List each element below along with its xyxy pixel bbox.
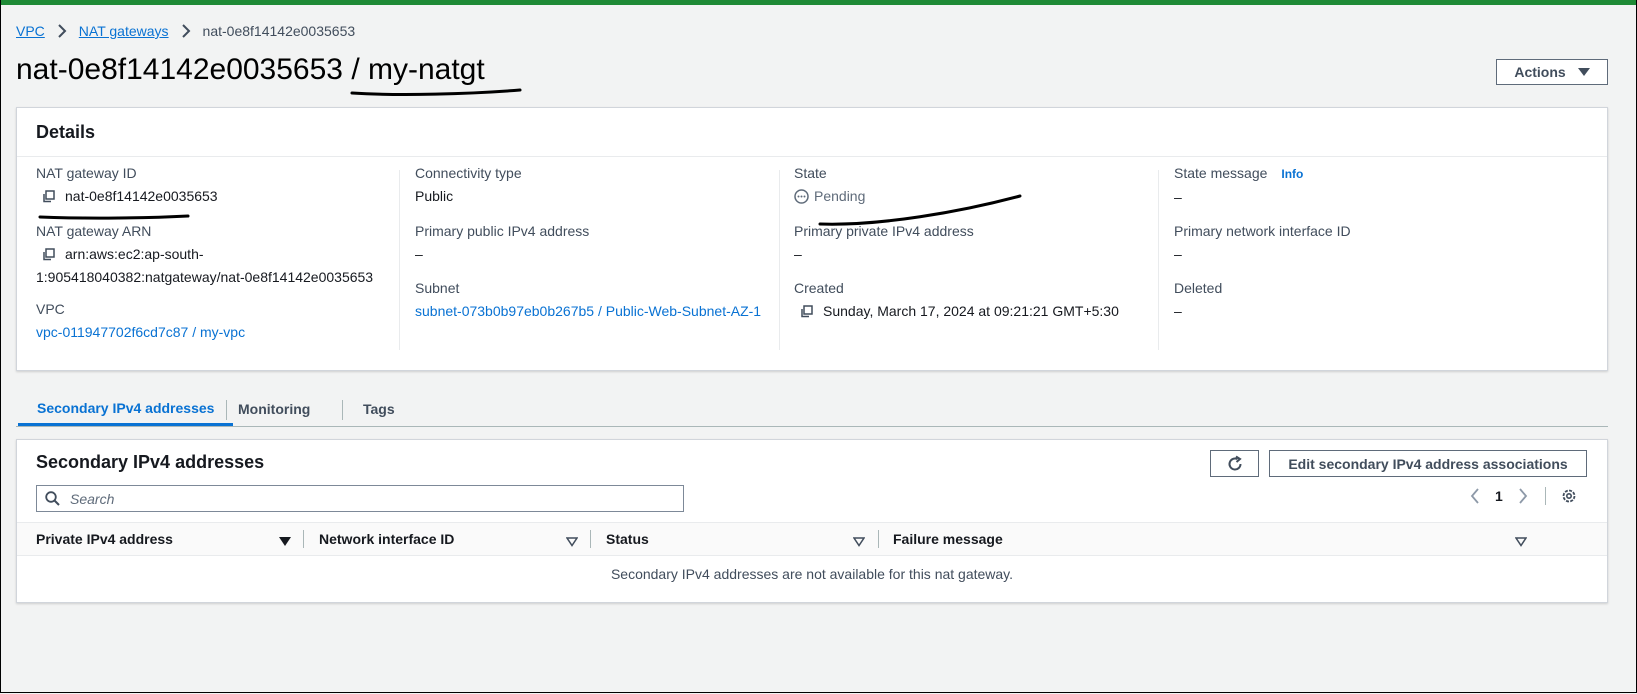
breadcrumb-nat-gateways-link[interactable]: NAT gateways [79, 23, 169, 39]
created-value: Sunday, March 17, 2024 at 09:21:21 GMT+5… [823, 303, 1119, 319]
field-label: Subnet [415, 280, 460, 296]
chevron-right-icon [57, 24, 67, 38]
nat-gateway-id-field: NAT gateway ID nat-0e8f14142e0035653 [36, 164, 426, 209]
field-label: Connectivity type [415, 165, 522, 181]
tab-divider [342, 400, 343, 420]
tab-tags[interactable]: Tags [363, 392, 395, 425]
column-header-network-interface[interactable]: Network interface ID [319, 523, 454, 555]
field-label: NAT gateway ID [36, 165, 137, 181]
state-message-field: State message Info – [1174, 164, 1564, 208]
nat-gateway-arn-field: NAT gateway ARN arn:aws:ec2:ap-south- 1:… [36, 222, 426, 288]
field-value: – [1174, 303, 1182, 319]
field-value: arn:aws:ec2:ap-south- 1:905418040382:nat… [36, 244, 426, 288]
connectivity-type-field: Connectivity type Public [415, 164, 805, 207]
secondary-ipv4-panel: Secondary IPv4 addresses Edit secondary … [16, 439, 1608, 603]
tab-divider [226, 400, 227, 420]
public-ip-field: Primary public IPv4 address – [415, 222, 805, 265]
copy-icon[interactable] [800, 303, 813, 324]
column-divider [878, 530, 879, 548]
field-label: NAT gateway ARN [36, 223, 152, 239]
vpc-field: VPC vpc-011947702f6cd7c87 / my-vpc [36, 300, 426, 343]
page-number[interactable]: 1 [1495, 488, 1503, 504]
breadcrumb: VPC NAT gateways nat-0e8f14142e0035653 [16, 23, 355, 39]
created-field: Created Sunday, March 17, 2024 at 09:21:… [794, 279, 1154, 324]
secondary-ipv4-title: Secondary IPv4 addresses [36, 452, 265, 472]
actions-label: Actions [1514, 64, 1566, 80]
sort-icon[interactable] [852, 534, 866, 552]
edit-secondary-associations-button[interactable]: Edit secondary IPv4 address associations [1269, 450, 1587, 477]
field-label: Deleted [1174, 280, 1223, 296]
field-label: Primary private IPv4 address [794, 223, 974, 239]
chevron-right-icon [181, 24, 191, 38]
breadcrumb-vpc-link[interactable]: VPC [16, 23, 45, 39]
field-value: nat-0e8f14142e0035653 [36, 186, 426, 209]
nat-gateway-arn-line1: arn:aws:ec2:ap-south- [65, 246, 204, 262]
private-ip-field: Primary private IPv4 address – [794, 222, 1184, 265]
column-divider [590, 530, 591, 548]
vpc-link[interactable]: vpc-011947702f6cd7c87 / my-vpc [36, 322, 426, 343]
sort-icon[interactable] [565, 534, 579, 552]
breadcrumb-current: nat-0e8f14142e0035653 [202, 23, 356, 39]
table-header: Private IPv4 address Network interface I… [17, 522, 1607, 556]
column-header-failure-message[interactable]: Failure message [893, 523, 1003, 555]
sort-icon[interactable] [1514, 534, 1528, 552]
settings-icon[interactable] [1560, 487, 1578, 505]
subnet-link[interactable]: subnet-073b0b97eb0b267b5 / Public-Web-Su… [415, 301, 805, 322]
caret-down-icon [1577, 68, 1590, 76]
nat-gateway-id-value: nat-0e8f14142e0035653 [65, 188, 218, 204]
nat-gateway-arn-line2: 1:905418040382:natgateway/nat-0e8f14142e… [36, 269, 374, 285]
search-icon [45, 491, 60, 506]
field-label: Primary network interface ID [1174, 223, 1351, 239]
pagination: 1 [1469, 487, 1578, 505]
details-title: Details [17, 108, 1607, 157]
sort-icon[interactable] [279, 534, 291, 552]
refresh-button[interactable] [1210, 450, 1259, 477]
copy-icon[interactable] [42, 246, 55, 267]
pager-divider [1544, 487, 1546, 505]
field-value: – [415, 246, 423, 262]
chevron-left-icon[interactable] [1469, 488, 1481, 504]
field-label: State [794, 165, 827, 181]
tab-monitoring[interactable]: Monitoring [238, 392, 310, 425]
field-value: Public [415, 188, 454, 204]
field-value: – [1174, 189, 1182, 205]
tab-bar: Secondary IPv4 addresses Monitoring Tags [16, 392, 1608, 427]
field-label: State message Info [1174, 164, 1564, 183]
actions-dropdown-button[interactable]: Actions [1496, 59, 1608, 85]
chevron-right-icon[interactable] [1517, 488, 1529, 504]
refresh-icon [1226, 455, 1244, 473]
details-panel: Details NAT gateway ID nat-0e8f14142e003… [16, 107, 1608, 371]
subnet-field: Subnet subnet-073b0b97eb0b267b5 / Public… [415, 279, 805, 322]
field-label: Primary public IPv4 address [415, 223, 590, 239]
empty-table-message: Secondary IPv4 addresses are not availab… [610, 566, 1014, 582]
deleted-field: Deleted – [1174, 279, 1564, 322]
column-header-status[interactable]: Status [606, 523, 649, 555]
info-link[interactable]: Info [1281, 167, 1303, 181]
field-label: VPC [36, 301, 65, 317]
search-field [36, 485, 684, 512]
state-field: State Pending [794, 164, 1184, 207]
page-title: nat-0e8f14142e0035653 / my-natgt [16, 53, 485, 86]
field-value: – [1174, 246, 1182, 262]
pending-icon [794, 189, 809, 204]
state-value: Pending [794, 186, 1184, 207]
column-header-private-ipv4[interactable]: Private IPv4 address [36, 523, 173, 555]
state-message-label: State message [1174, 165, 1268, 181]
field-value: – [794, 246, 802, 262]
copy-icon[interactable] [42, 188, 55, 209]
field-value: Sunday, March 17, 2024 at 09:21:21 GMT+5… [794, 301, 1154, 324]
tab-secondary-ipv4[interactable]: Secondary IPv4 addresses [18, 392, 234, 426]
field-label: Created [794, 280, 844, 296]
search-input[interactable] [68, 489, 652, 508]
state-text: Pending [814, 188, 866, 204]
network-interface-field: Primary network interface ID – [1174, 222, 1564, 265]
column-divider [303, 530, 304, 548]
